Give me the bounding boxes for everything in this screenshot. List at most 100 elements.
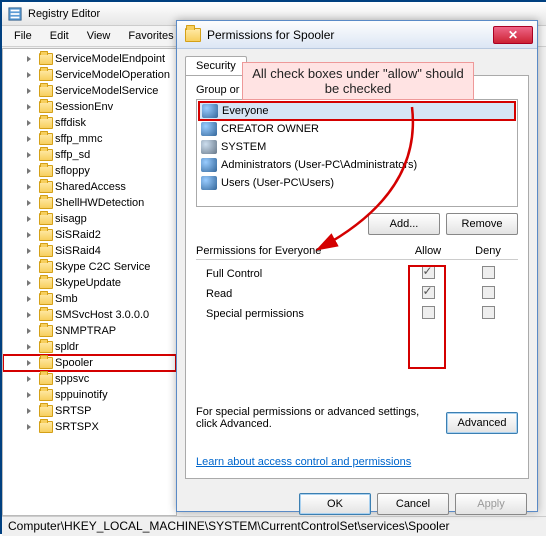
expand-icon[interactable] <box>27 56 31 62</box>
tree-item[interactable]: spldr <box>3 339 176 355</box>
deny-checkbox[interactable] <box>482 306 495 319</box>
tree-item[interactable]: Skype C2C Service <box>3 259 176 275</box>
expand-icon[interactable] <box>27 120 31 126</box>
folder-icon <box>39 309 53 321</box>
tree-item[interactable]: SharedAccess <box>3 179 176 195</box>
advanced-button[interactable]: Advanced <box>446 412 518 434</box>
expand-icon[interactable] <box>27 408 31 414</box>
allow-checkbox[interactable] <box>422 266 435 279</box>
tab-security[interactable]: Security <box>185 56 247 76</box>
tree-item[interactable]: SMSvcHost 3.0.0.0 <box>3 307 176 323</box>
menu-view[interactable]: View <box>79 28 119 44</box>
expand-icon[interactable] <box>27 136 31 142</box>
expand-icon[interactable] <box>27 344 31 350</box>
group-name: Users (User-PC\Users) <box>221 177 334 189</box>
regedit-title-text: Registry Editor <box>28 8 100 20</box>
ok-button[interactable]: OK <box>299 493 371 515</box>
perm-for-label: Permissions for Everyone <box>196 245 398 257</box>
group-item[interactable]: Users (User-PC\Users) <box>199 174 515 192</box>
permissions-header: Permissions for Everyone Allow Deny <box>196 245 518 257</box>
tree-item[interactable]: sisagp <box>3 211 176 227</box>
registry-tree[interactable]: ServiceModelEndpointServiceModelOperatio… <box>2 48 177 516</box>
expand-icon[interactable] <box>27 376 31 382</box>
tree-item[interactable]: SRTSPX <box>3 419 176 435</box>
tree-item[interactable]: Spooler <box>3 355 176 371</box>
expand-icon[interactable] <box>27 200 31 206</box>
dialog-title: Permissions for Spooler <box>207 28 493 42</box>
tree-item[interactable]: sppsvc <box>3 371 176 387</box>
expand-icon[interactable] <box>27 168 31 174</box>
tree-item[interactable]: SiSRaid4 <box>3 243 176 259</box>
expand-icon[interactable] <box>27 88 31 94</box>
expand-icon[interactable] <box>27 216 31 222</box>
expand-icon[interactable] <box>27 328 31 334</box>
permissions-table: Full ControlReadSpecial permissions <box>196 259 518 337</box>
folder-icon <box>39 373 53 385</box>
expand-icon[interactable] <box>27 424 31 430</box>
group-item[interactable]: CREATOR OWNER <box>199 120 515 138</box>
group-name: Administrators (User-PC\Administrators) <box>221 159 417 171</box>
menu-edit[interactable]: Edit <box>42 28 77 44</box>
expand-icon[interactable] <box>27 248 31 254</box>
deny-checkbox[interactable] <box>482 286 495 299</box>
folder-icon <box>39 69 53 81</box>
expand-icon[interactable] <box>27 152 31 158</box>
tree-item[interactable]: SessionEnv <box>3 99 176 115</box>
tree-item[interactable]: ServiceModelOperation <box>3 67 176 83</box>
security-pane: Group or user names: EveryoneCREATOR OWN… <box>185 75 529 479</box>
tree-item[interactable]: SRTSP <box>3 403 176 419</box>
cancel-button[interactable]: Cancel <box>377 493 449 515</box>
expand-icon[interactable] <box>27 232 31 238</box>
apply-button[interactable]: Apply <box>455 493 527 515</box>
expand-icon[interactable] <box>27 296 31 302</box>
expand-icon[interactable] <box>27 184 31 190</box>
expand-icon[interactable] <box>27 312 31 318</box>
tree-item[interactable]: ServiceModelService <box>3 83 176 99</box>
dialog-titlebar[interactable]: Permissions for Spooler ✕ <box>177 21 537 49</box>
tree-item[interactable]: SNMPTRAP <box>3 323 176 339</box>
folder-icon <box>39 149 53 161</box>
close-button[interactable]: ✕ <box>493 26 533 44</box>
col-allow: Allow <box>398 245 458 257</box>
add-button[interactable]: Add... <box>368 213 440 235</box>
folder-icon <box>39 261 53 273</box>
group-item[interactable]: SYSTEM <box>199 138 515 156</box>
tree-item[interactable]: sppuinotify <box>3 387 176 403</box>
tree-item[interactable]: sfloppy <box>3 163 176 179</box>
group-name: CREATOR OWNER <box>221 123 319 135</box>
tree-item-label: SiSRaid4 <box>55 245 101 257</box>
menu-file[interactable]: File <box>6 28 40 44</box>
dialog-buttons: OK Cancel Apply <box>177 487 537 521</box>
remove-button[interactable]: Remove <box>446 213 518 235</box>
tree-item[interactable]: Smb <box>3 291 176 307</box>
expand-icon[interactable] <box>27 72 31 78</box>
menu-favorites[interactable]: Favorites <box>120 28 181 44</box>
expand-icon[interactable] <box>27 392 31 398</box>
group-name: SYSTEM <box>221 141 266 153</box>
folder-icon <box>39 53 53 65</box>
tree-item[interactable]: sffp_mmc <box>3 131 176 147</box>
tree-item-label: sffdisk <box>55 117 86 129</box>
tree-item[interactable]: SkypeUpdate <box>3 275 176 291</box>
group-item[interactable]: Administrators (User-PC\Administrators) <box>199 156 515 174</box>
folder-icon <box>39 213 53 225</box>
perm-name: Read <box>196 288 398 300</box>
group-listbox[interactable]: Everyone CREATOR OWNER SYSTEM Administrator… <box>196 99 518 207</box>
allow-checkbox[interactable] <box>422 286 435 299</box>
folder-icon <box>39 181 53 193</box>
principal-icon <box>202 104 218 118</box>
expand-icon[interactable] <box>27 104 31 110</box>
deny-checkbox[interactable] <box>482 266 495 279</box>
expand-icon[interactable] <box>27 264 31 270</box>
expand-icon[interactable] <box>27 360 31 366</box>
tree-item[interactable]: SiSRaid2 <box>3 227 176 243</box>
allow-checkbox[interactable] <box>422 306 435 319</box>
folder-icon <box>39 277 53 289</box>
learn-link[interactable]: Learn about access control and permissio… <box>196 456 411 468</box>
tree-item[interactable]: ShellHWDetection <box>3 195 176 211</box>
tree-item[interactable]: sffp_sd <box>3 147 176 163</box>
tree-item[interactable]: sffdisk <box>3 115 176 131</box>
tree-item[interactable]: ServiceModelEndpoint <box>3 51 176 67</box>
group-item[interactable]: Everyone <box>199 102 515 120</box>
expand-icon[interactable] <box>27 280 31 286</box>
